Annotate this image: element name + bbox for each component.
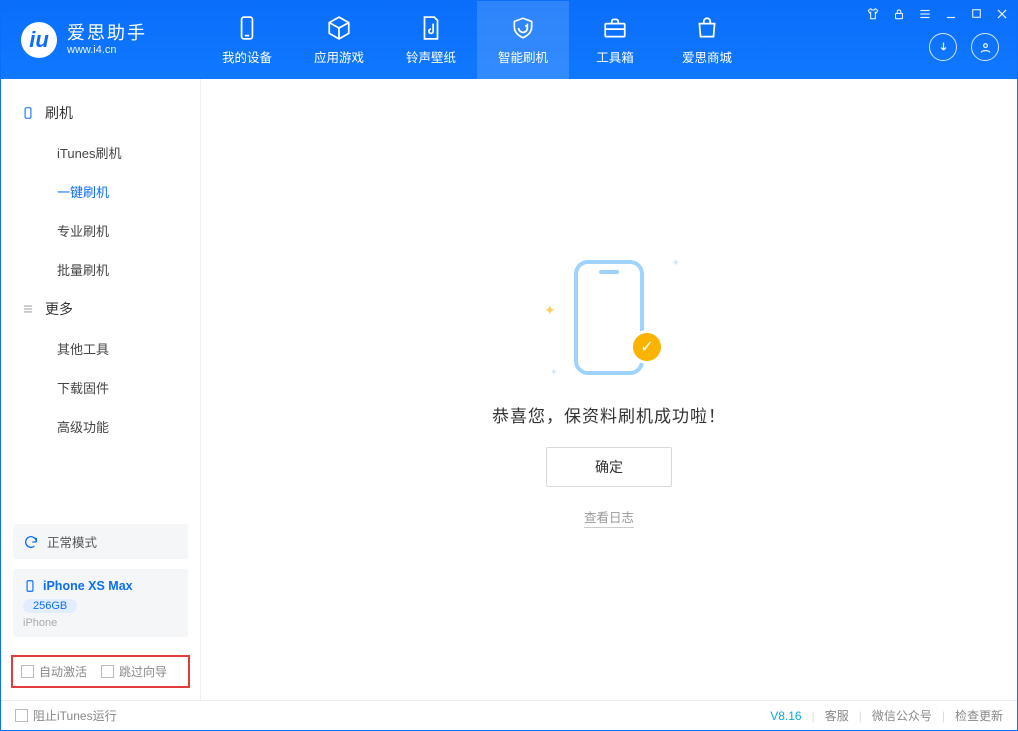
check-update-link[interactable]: 检查更新 — [955, 707, 1003, 724]
sparkle-icon: ✦ — [544, 302, 556, 319]
phone-icon — [23, 579, 37, 593]
sidebar-item-oneclick-flash[interactable]: 一键刷机 — [1, 172, 200, 211]
sidebar-item-other-tools[interactable]: 其他工具 — [1, 329, 200, 368]
check-badge-icon: ✓ — [630, 330, 664, 364]
minimize-button[interactable] — [944, 7, 958, 24]
success-message: 恭喜您，保资料刷机成功啦！ — [492, 402, 726, 427]
checkbox-icon — [101, 665, 114, 678]
nav-tab-label: 我的设备 — [222, 47, 272, 66]
nav-tab-my-device[interactable]: 我的设备 — [201, 1, 293, 79]
nav-tab-label: 爱思商城 — [682, 47, 732, 66]
sidebar-group-more: 更多 — [1, 289, 200, 329]
music-file-icon — [418, 15, 444, 41]
device-type: iPhone — [23, 617, 178, 629]
phone-icon — [21, 106, 35, 120]
titlebar: iu 爱思助手 www.i4.cn 我的设备 应用游戏 铃声壁纸 智能刷机 — [1, 1, 1017, 79]
menu-icon[interactable] — [918, 7, 932, 24]
sidebar-item-batch-flash[interactable]: 批量刷机 — [1, 250, 200, 289]
sparkle-icon: ✦ — [550, 367, 558, 378]
sidebar-group-flash: 刷机 — [1, 93, 200, 133]
nav-tab-store[interactable]: 爱思商城 — [661, 1, 753, 79]
nav-tab-label: 工具箱 — [596, 47, 634, 66]
lock-icon[interactable] — [892, 7, 906, 24]
close-button[interactable] — [995, 7, 1009, 24]
device-icon — [234, 15, 260, 41]
checkbox-icon — [21, 665, 34, 678]
nav-tab-ringtones[interactable]: 铃声壁纸 — [385, 1, 477, 79]
nav-tab-smart-flash[interactable]: 智能刷机 — [477, 1, 569, 79]
sync-icon — [23, 534, 39, 550]
main-content: ✦ ✦ ✦ ✓ 恭喜您，保资料刷机成功啦！ 确定 查看日志 — [201, 79, 1017, 700]
version-label: V8.16 — [770, 709, 801, 723]
nav-tab-apps[interactable]: 应用游戏 — [293, 1, 385, 79]
bag-icon — [694, 15, 720, 41]
app-name-cn: 爱思助手 — [67, 23, 147, 44]
toolbox-icon — [602, 15, 628, 41]
device-name-row: iPhone XS Max — [23, 579, 178, 593]
checkbox-icon — [15, 709, 28, 722]
sidebar-item-pro-flash[interactable]: 专业刷机 — [1, 211, 200, 250]
status-bar: 阻止iTunes运行 V8.16 | 客服 | 微信公众号 | 检查更新 — [1, 700, 1017, 730]
device-card[interactable]: iPhone XS Max 256GB iPhone — [13, 569, 188, 637]
sidebar-item-download-firmware[interactable]: 下载固件 — [1, 368, 200, 407]
device-capacity: 256GB — [23, 599, 77, 613]
ok-button[interactable]: 确定 — [546, 447, 672, 487]
nav-tab-label: 智能刷机 — [498, 47, 548, 66]
checkbox-block-itunes[interactable]: 阻止iTunes运行 — [15, 707, 117, 724]
logo-text: 爱思助手 www.i4.cn — [67, 23, 147, 56]
support-link[interactable]: 客服 — [825, 707, 849, 724]
nav-tab-label: 铃声壁纸 — [406, 47, 456, 66]
app-name-en: www.i4.cn — [67, 44, 147, 57]
sidebar-item-itunes-flash[interactable]: iTunes刷机 — [1, 133, 200, 172]
cube-icon — [326, 15, 352, 41]
sidebar: 刷机 iTunes刷机 一键刷机 专业刷机 批量刷机 更多 其他工具 下载固件 … — [1, 79, 201, 700]
list-icon — [21, 302, 35, 316]
app-window: iu 爱思助手 www.i4.cn 我的设备 应用游戏 铃声壁纸 智能刷机 — [0, 0, 1018, 731]
device-mode-label: 正常模式 — [47, 532, 97, 551]
sidebar-item-advanced[interactable]: 高级功能 — [1, 407, 200, 446]
checkbox-auto-activate[interactable]: 自动激活 — [21, 663, 87, 680]
status-right: V8.16 | 客服 | 微信公众号 | 检查更新 — [770, 707, 1003, 724]
sparkle-icon: ✦ — [672, 258, 680, 269]
nav-tab-toolbox[interactable]: 工具箱 — [569, 1, 661, 79]
titlebar-round-buttons — [929, 33, 999, 61]
maximize-button[interactable] — [970, 7, 983, 24]
window-controls — [866, 7, 1009, 24]
logo-icon: iu — [21, 22, 57, 58]
status-left: 阻止iTunes运行 — [15, 707, 117, 724]
checkbox-skip-guide[interactable]: 跳过向导 — [101, 663, 167, 680]
refresh-shield-icon — [510, 15, 536, 41]
download-button[interactable] — [929, 33, 957, 61]
app-body: 刷机 iTunes刷机 一键刷机 专业刷机 批量刷机 更多 其他工具 下载固件 … — [1, 79, 1017, 700]
nav-tab-label: 应用游戏 — [314, 47, 364, 66]
view-log-link[interactable]: 查看日志 — [584, 507, 634, 528]
options-row-highlight: 自动激活 跳过向导 — [11, 655, 190, 688]
account-button[interactable] — [971, 33, 999, 61]
device-mode-box[interactable]: 正常模式 — [13, 524, 188, 559]
logo-area: iu 爱思助手 www.i4.cn — [1, 1, 201, 79]
device-name: iPhone XS Max — [43, 579, 133, 593]
wechat-link[interactable]: 微信公众号 — [872, 707, 932, 724]
tshirt-icon[interactable] — [866, 7, 880, 24]
success-illustration: ✦ ✦ ✦ ✓ — [544, 252, 674, 382]
